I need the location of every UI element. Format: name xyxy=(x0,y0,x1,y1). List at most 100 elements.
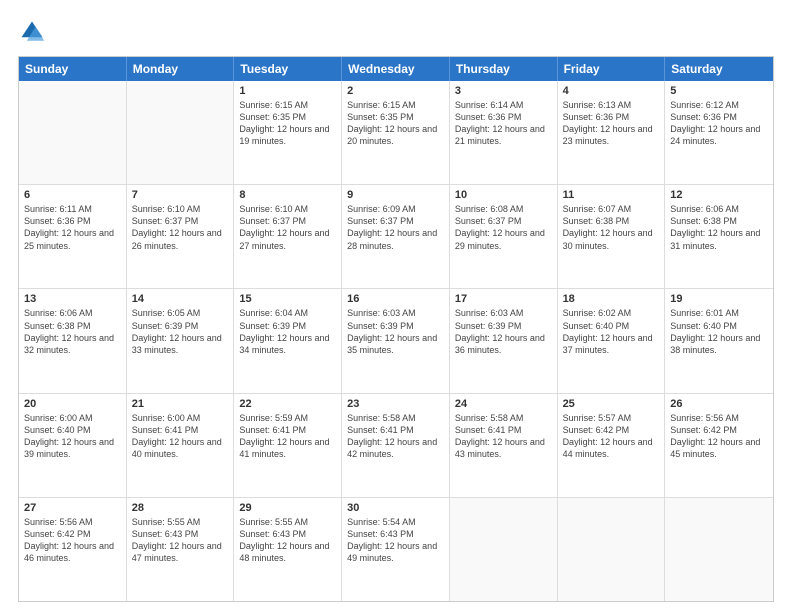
cell-info: Sunrise: 6:00 AM Sunset: 6:41 PM Dayligh… xyxy=(132,412,229,461)
day-number: 25 xyxy=(563,398,660,410)
day-number: 16 xyxy=(347,293,444,305)
calendar-cell: 7Sunrise: 6:10 AM Sunset: 6:37 PM Daylig… xyxy=(127,185,235,288)
day-number: 10 xyxy=(455,189,552,201)
day-number: 15 xyxy=(239,293,336,305)
day-number: 14 xyxy=(132,293,229,305)
day-number: 8 xyxy=(239,189,336,201)
cell-info: Sunrise: 6:10 AM Sunset: 6:37 PM Dayligh… xyxy=(239,203,336,252)
cell-info: Sunrise: 5:55 AM Sunset: 6:43 PM Dayligh… xyxy=(132,516,229,565)
cell-info: Sunrise: 5:59 AM Sunset: 6:41 PM Dayligh… xyxy=(239,412,336,461)
calendar-cell: 9Sunrise: 6:09 AM Sunset: 6:37 PM Daylig… xyxy=(342,185,450,288)
calendar-cell: 17 Sunrise: 6:03 AM Sunset: 6:39 PM Dayli… xyxy=(450,289,558,392)
day-number: 27 xyxy=(24,502,121,514)
calendar-cell xyxy=(19,81,127,184)
cell-info: Sunrise: 5:57 AM Sunset: 6:42 PM Dayligh… xyxy=(563,412,660,461)
day-number: 13 xyxy=(24,293,121,305)
calendar-cell: 10 Sunrise: 6:08 AM Sunset: 6:37 PM Dayli… xyxy=(450,185,558,288)
cell-info: Sunrise: 6:07 AM Sunset: 6:38 PM Dayligh… xyxy=(563,203,660,252)
day-number: 26 xyxy=(670,398,768,410)
calendar-header-cell: Sunday xyxy=(19,57,127,81)
logo xyxy=(18,18,50,46)
day-number: 2 xyxy=(347,85,444,97)
day-number: 5 xyxy=(670,85,768,97)
day-number: 12 xyxy=(670,189,768,201)
day-number: 29 xyxy=(239,502,336,514)
calendar-header-cell: Monday xyxy=(127,57,235,81)
calendar-header-row: SundayMondayTuesdayWednesdayThursdayFrid… xyxy=(19,57,773,81)
cell-info: Sunrise: 6:00 AM Sunset: 6:40 PM Dayligh… xyxy=(24,412,121,461)
calendar-body: 1 Sunrise: 6:15 AM Sunset: 6:35 PM Daylig… xyxy=(19,81,773,601)
calendar-header-cell: Thursday xyxy=(450,57,558,81)
day-number: 22 xyxy=(239,398,336,410)
calendar-cell: 1 Sunrise: 6:15 AM Sunset: 6:35 PM Daylig… xyxy=(234,81,342,184)
calendar-cell: 25 Sunrise: 5:57 AM Sunset: 6:42 PM Dayli… xyxy=(558,394,666,497)
calendar-cell: 22 Sunrise: 5:59 AM Sunset: 6:41 PM Dayli… xyxy=(234,394,342,497)
day-number: 9 xyxy=(347,189,444,201)
calendar-week: 20 Sunrise: 6:00 AM Sunset: 6:40 PM Dayli… xyxy=(19,394,773,498)
day-number: 24 xyxy=(455,398,552,410)
calendar-week: 13Sunrise: 6:06 AM Sunset: 6:38 PM Dayli… xyxy=(19,289,773,393)
calendar-cell: 11 Sunrise: 6:07 AM Sunset: 6:38 PM Dayli… xyxy=(558,185,666,288)
cell-info: Sunrise: 6:04 AM Sunset: 6:39 PM Dayligh… xyxy=(239,307,336,356)
calendar-cell: 30Sunrise: 5:54 AM Sunset: 6:43 PM Dayli… xyxy=(342,498,450,601)
calendar-cell: 19 Sunrise: 6:01 AM Sunset: 6:40 PM Dayli… xyxy=(665,289,773,392)
day-number: 1 xyxy=(239,85,336,97)
calendar-header-cell: Saturday xyxy=(665,57,773,81)
cell-info: Sunrise: 5:58 AM Sunset: 6:41 PM Dayligh… xyxy=(347,412,444,461)
cell-info: Sunrise: 6:06 AM Sunset: 6:38 PM Dayligh… xyxy=(670,203,768,252)
day-number: 7 xyxy=(132,189,229,201)
calendar-header-cell: Tuesday xyxy=(234,57,342,81)
calendar-cell: 13Sunrise: 6:06 AM Sunset: 6:38 PM Dayli… xyxy=(19,289,127,392)
calendar-cell: 2 Sunrise: 6:15 AM Sunset: 6:35 PM Daylig… xyxy=(342,81,450,184)
calendar-header-cell: Wednesday xyxy=(342,57,450,81)
cell-info: Sunrise: 5:58 AM Sunset: 6:41 PM Dayligh… xyxy=(455,412,552,461)
calendar-cell xyxy=(558,498,666,601)
day-number: 20 xyxy=(24,398,121,410)
calendar-cell: 6 Sunrise: 6:11 AM Sunset: 6:36 PM Daylig… xyxy=(19,185,127,288)
cell-info: Sunrise: 6:13 AM Sunset: 6:36 PM Dayligh… xyxy=(563,99,660,148)
day-number: 4 xyxy=(563,85,660,97)
calendar-cell: 28Sunrise: 5:55 AM Sunset: 6:43 PM Dayli… xyxy=(127,498,235,601)
cell-info: Sunrise: 6:15 AM Sunset: 6:35 PM Dayligh… xyxy=(239,99,336,148)
cell-info: Sunrise: 6:11 AM Sunset: 6:36 PM Dayligh… xyxy=(24,203,121,252)
calendar-week: 6 Sunrise: 6:11 AM Sunset: 6:36 PM Daylig… xyxy=(19,185,773,289)
calendar-cell: 18Sunrise: 6:02 AM Sunset: 6:40 PM Dayli… xyxy=(558,289,666,392)
calendar-cell: 3 Sunrise: 6:14 AM Sunset: 6:36 PM Daylig… xyxy=(450,81,558,184)
calendar-cell: 20 Sunrise: 6:00 AM Sunset: 6:40 PM Dayli… xyxy=(19,394,127,497)
cell-info: Sunrise: 6:15 AM Sunset: 6:35 PM Dayligh… xyxy=(347,99,444,148)
cell-info: Sunrise: 6:01 AM Sunset: 6:40 PM Dayligh… xyxy=(670,307,768,356)
logo-icon xyxy=(18,18,46,46)
cell-info: Sunrise: 5:56 AM Sunset: 6:42 PM Dayligh… xyxy=(670,412,768,461)
day-number: 19 xyxy=(670,293,768,305)
header xyxy=(18,18,774,46)
cell-info: Sunrise: 5:55 AM Sunset: 6:43 PM Dayligh… xyxy=(239,516,336,565)
calendar-cell: 14 Sunrise: 6:05 AM Sunset: 6:39 PM Dayli… xyxy=(127,289,235,392)
day-number: 23 xyxy=(347,398,444,410)
calendar-cell xyxy=(450,498,558,601)
cell-info: Sunrise: 5:56 AM Sunset: 6:42 PM Dayligh… xyxy=(24,516,121,565)
calendar-cell: 12 Sunrise: 6:06 AM Sunset: 6:38 PM Dayli… xyxy=(665,185,773,288)
day-number: 11 xyxy=(563,189,660,201)
cell-info: Sunrise: 6:02 AM Sunset: 6:40 PM Dayligh… xyxy=(563,307,660,356)
calendar-cell: 5 Sunrise: 6:12 AM Sunset: 6:36 PM Daylig… xyxy=(665,81,773,184)
calendar-week: 1 Sunrise: 6:15 AM Sunset: 6:35 PM Daylig… xyxy=(19,81,773,185)
cell-info: Sunrise: 6:03 AM Sunset: 6:39 PM Dayligh… xyxy=(347,307,444,356)
calendar-cell: 26 Sunrise: 5:56 AM Sunset: 6:42 PM Dayli… xyxy=(665,394,773,497)
day-number: 21 xyxy=(132,398,229,410)
cell-info: Sunrise: 6:12 AM Sunset: 6:36 PM Dayligh… xyxy=(670,99,768,148)
day-number: 17 xyxy=(455,293,552,305)
cell-info: Sunrise: 6:05 AM Sunset: 6:39 PM Dayligh… xyxy=(132,307,229,356)
calendar-cell xyxy=(665,498,773,601)
day-number: 3 xyxy=(455,85,552,97)
calendar-week: 27 Sunrise: 5:56 AM Sunset: 6:42 PM Dayli… xyxy=(19,498,773,601)
cell-info: Sunrise: 6:14 AM Sunset: 6:36 PM Dayligh… xyxy=(455,99,552,148)
cell-info: Sunrise: 6:08 AM Sunset: 6:37 PM Dayligh… xyxy=(455,203,552,252)
calendar-cell: 27 Sunrise: 5:56 AM Sunset: 6:42 PM Dayli… xyxy=(19,498,127,601)
calendar-cell xyxy=(127,81,235,184)
cell-info: Sunrise: 6:03 AM Sunset: 6:39 PM Dayligh… xyxy=(455,307,552,356)
calendar-cell: 4 Sunrise: 6:13 AM Sunset: 6:36 PM Daylig… xyxy=(558,81,666,184)
day-number: 6 xyxy=(24,189,121,201)
calendar: SundayMondayTuesdayWednesdayThursdayFrid… xyxy=(18,56,774,602)
calendar-header-cell: Friday xyxy=(558,57,666,81)
day-number: 30 xyxy=(347,502,444,514)
